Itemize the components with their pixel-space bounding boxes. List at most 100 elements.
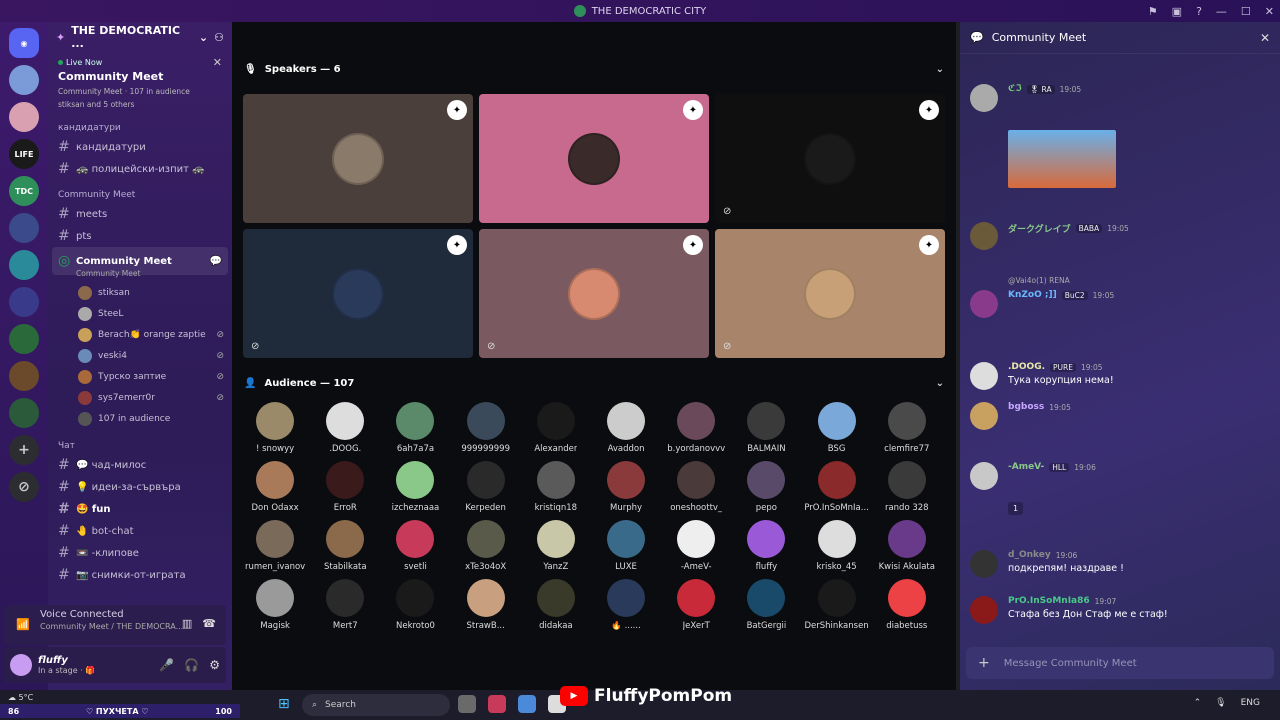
audience-member[interactable]: BALMAIN	[731, 402, 801, 454]
language-indicator[interactable]: ENG	[1241, 698, 1260, 708]
avatar[interactable]	[970, 290, 998, 318]
headphones-icon[interactable]: 🎧	[184, 658, 199, 672]
server-folder-icon[interactable]	[9, 213, 39, 243]
close-window-button[interactable]: ✕	[1265, 5, 1274, 18]
avatar[interactable]	[970, 84, 998, 112]
inbox-icon[interactable]: ▣	[1172, 5, 1182, 18]
taskbar-search[interactable]: ⌕ Search	[302, 694, 450, 716]
mic-muted-icon[interactable]: 🎤	[159, 658, 174, 672]
add-member-icon[interactable]: ⚇	[214, 31, 224, 44]
audience-member[interactable]: ! snowyy	[240, 402, 310, 454]
category-chat[interactable]: Чат	[48, 435, 232, 454]
chevron-up-icon[interactable]: ⌃	[1194, 698, 1202, 708]
soundboard-icon[interactable]: ▥	[182, 617, 192, 630]
server-icon-active[interactable]: TDC	[9, 176, 39, 206]
explore-icon[interactable]: ⊘	[9, 472, 39, 502]
audience-member[interactable]: izcheznaaa	[380, 461, 450, 513]
voice-user[interactable]: 107 in audience	[48, 408, 232, 429]
close-icon[interactable]: ✕	[1260, 31, 1270, 45]
audience-member[interactable]: xTe3o4oX	[451, 520, 521, 572]
reaction[interactable]: 1	[1008, 502, 1024, 515]
message-author[interactable]: d_Onkey	[1008, 550, 1051, 560]
audience-member[interactable]: 🔥 ......	[591, 579, 661, 631]
audience-member[interactable]: -AmeV-	[661, 520, 731, 572]
server-folder-icon[interactable]	[9, 287, 39, 317]
voice-user[interactable]: veski4 ⊘	[48, 345, 232, 366]
audience-member[interactable]: BatGergii	[731, 579, 801, 631]
channel-item[interactable]: # 📷 снимки-от-играта	[48, 564, 232, 586]
message-image[interactable]	[1008, 130, 1116, 188]
audience-member[interactable]: kristiqn18	[521, 461, 591, 513]
speaker-tile[interactable]: ✦ ⊘	[715, 94, 945, 223]
audience-member[interactable]: Murphy	[591, 461, 661, 513]
plus-icon[interactable]: +	[978, 655, 990, 671]
flag-icon[interactable]: ⚑	[1148, 5, 1158, 18]
speakers-header[interactable]: 🎙 Speakers — 6 ⌄	[232, 58, 956, 80]
audience-member[interactable]: BSG	[802, 402, 872, 454]
audience-member[interactable]: pepo	[731, 461, 801, 513]
speaker-tile[interactable]: ✦	[243, 94, 473, 223]
app-icon[interactable]	[488, 695, 506, 713]
avatar[interactable]	[970, 362, 998, 390]
audience-member[interactable]: PrO.InSoMnIa...	[802, 461, 872, 513]
live-stage-card[interactable]: Live Now Community Meet Community Meet ·…	[54, 54, 226, 115]
message-author[interactable]: ℭℑ	[1008, 84, 1022, 94]
guild-header[interactable]: ✦ THE DEMOCRATIC ... ⌄ ⚇	[48, 22, 232, 52]
mic-icon[interactable]: 🎙	[1215, 698, 1226, 708]
message-author[interactable]: .DOOG.	[1008, 362, 1045, 372]
audience-member[interactable]: JeXerT	[661, 579, 731, 631]
avatar[interactable]	[970, 462, 998, 490]
channel-item[interactable]: # pts	[48, 225, 232, 247]
audience-member[interactable]: Avaddon	[591, 402, 661, 454]
channel-item[interactable]: # 💡 идеи-за-сървъра	[48, 476, 232, 498]
maximize-button[interactable]: ☐	[1241, 5, 1251, 18]
channel-item[interactable]: # 🤩 fun	[48, 498, 232, 520]
audience-member[interactable]: Kwisi Akulata	[872, 520, 942, 572]
server-folder-icon[interactable]	[9, 398, 39, 428]
minimize-button[interactable]: —	[1216, 5, 1227, 18]
app-icon[interactable]	[458, 695, 476, 713]
channel-item[interactable]: # meets	[48, 203, 232, 225]
channel-item[interactable]: # 📼 -клипове	[48, 542, 232, 564]
audience-member[interactable]: Alexander	[521, 402, 591, 454]
server-folder-icon[interactable]	[9, 361, 39, 391]
disconnect-icon[interactable]: ☎	[202, 617, 216, 630]
voice-user[interactable]: sys7emerr0r ⊘	[48, 387, 232, 408]
avatar[interactable]	[970, 402, 998, 430]
audience-member[interactable]: diabetuss	[872, 579, 942, 631]
audience-member[interactable]: Magisk	[240, 579, 310, 631]
audience-member[interactable]: DerShinkansen	[802, 579, 872, 631]
channel-item[interactable]: # 🚓 полицейски-изпит 🚓	[48, 158, 232, 180]
voice-user[interactable]: Турско заптие ⊘	[48, 366, 232, 387]
channel-item[interactable]: # 🤚 bot-chat	[48, 520, 232, 542]
audience-header[interactable]: 👤 Audience — 107 ⌄	[232, 372, 956, 394]
audience-member[interactable]: b.yordanovvv	[661, 402, 731, 454]
avatar[interactable]	[970, 596, 998, 624]
category-candidates[interactable]: кандидатури	[48, 117, 232, 136]
server-folder-icon[interactable]	[9, 324, 39, 354]
server-icon[interactable]: LIFE	[9, 139, 39, 169]
message-input[interactable]: + Message Community Meet	[966, 647, 1274, 679]
audience-member[interactable]: didakaa	[521, 579, 591, 631]
audience-member[interactable]: krisko_45	[802, 520, 872, 572]
audience-member[interactable]: LUXE	[591, 520, 661, 572]
gear-icon[interactable]: ⚙	[209, 658, 220, 672]
server-folder-icon[interactable]	[9, 250, 39, 280]
speaker-tile[interactable]: ✦ ⊘	[715, 229, 945, 358]
audience-member[interactable]: ErroR	[310, 461, 380, 513]
audience-member[interactable]: .DOOG.	[310, 402, 380, 454]
voice-user[interactable]: SteeL	[48, 303, 232, 324]
message-author[interactable]: bgboss	[1008, 402, 1044, 412]
windows-start-icon[interactable]: ⊞	[278, 696, 290, 712]
server-icon[interactable]	[9, 65, 39, 95]
reply-reference[interactable]: @Vai4o(1) RENA	[1008, 276, 1070, 285]
discord-home-icon[interactable]: ◉	[9, 28, 39, 58]
message-author[interactable]: ダークグレイブ	[1008, 222, 1071, 235]
message-author[interactable]: -AmeV-	[1008, 462, 1044, 472]
audience-member[interactable]: clemfire77	[872, 402, 942, 454]
audience-member[interactable]: Stabilkata	[310, 520, 380, 572]
add-server-icon[interactable]: +	[9, 435, 39, 465]
message-author[interactable]: PrO.InSoMnIa86	[1008, 596, 1090, 606]
category-community-meet[interactable]: Community Meet	[48, 184, 232, 203]
audience-member[interactable]: Nekroto0	[380, 579, 450, 631]
